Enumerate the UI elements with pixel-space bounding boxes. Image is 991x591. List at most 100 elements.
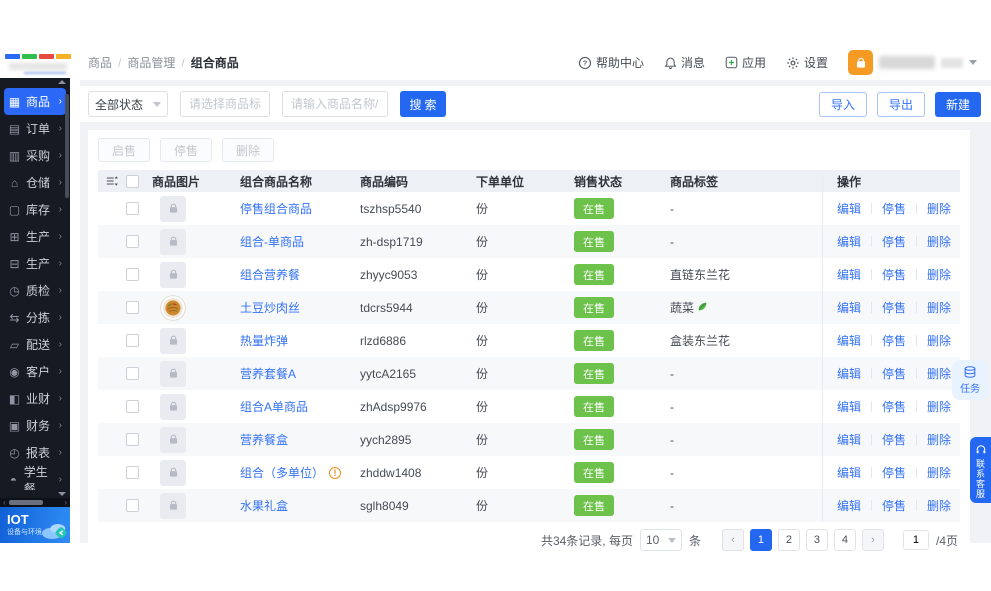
sidebar-item-8[interactable]: ◷ 质检 ›: [4, 277, 66, 304]
h-scroll-thumb[interactable]: [8, 500, 43, 505]
edit-link[interactable]: 编辑: [837, 398, 861, 415]
messages-button[interactable]: 消息: [664, 54, 705, 71]
product-name-link[interactable]: 热量炸弹: [240, 332, 288, 349]
sidebar-item-13[interactable]: ▣ 财务 ›: [4, 412, 66, 439]
next-page-button[interactable]: ›: [861, 529, 884, 551]
product-name-link[interactable]: 营养套餐A: [240, 365, 296, 382]
stop-sale-link[interactable]: 停售: [882, 233, 906, 250]
product-name-link[interactable]: 土豆炒肉丝: [240, 299, 300, 316]
bulk-enable-sale-button[interactable]: 启售: [98, 138, 151, 162]
breadcrumb-item[interactable]: 商品管理: [127, 54, 175, 71]
row-checkbox[interactable]: [126, 235, 139, 248]
delete-link[interactable]: 删除: [927, 332, 951, 349]
stop-sale-link[interactable]: 停售: [882, 464, 906, 481]
edit-link[interactable]: 编辑: [837, 200, 861, 217]
edit-link[interactable]: 编辑: [837, 266, 861, 283]
edit-link[interactable]: 编辑: [837, 464, 861, 481]
stop-sale-link[interactable]: 停售: [882, 365, 906, 382]
edit-link[interactable]: 编辑: [837, 431, 861, 448]
prev-page-button[interactable]: ‹: [721, 529, 744, 551]
stop-sale-link[interactable]: 停售: [882, 398, 906, 415]
sidebar-v-scroll-thumb[interactable]: [65, 94, 69, 198]
delete-link[interactable]: 删除: [927, 200, 951, 217]
product-name-link[interactable]: 组合营养餐: [240, 266, 300, 283]
page-button-3[interactable]: 3: [805, 529, 828, 551]
sidebar-item-4[interactable]: ⌂ 仓储 ›: [4, 169, 66, 196]
edit-link[interactable]: 编辑: [837, 299, 861, 316]
sidebar-item-12[interactable]: ◧ 业财 ›: [4, 385, 66, 412]
sidebar-item-11[interactable]: ◉ 客户 ›: [4, 358, 66, 385]
stop-sale-link[interactable]: 停售: [882, 299, 906, 316]
search-button[interactable]: 搜索: [400, 91, 446, 117]
delete-link[interactable]: 删除: [927, 464, 951, 481]
bulk-delete-button[interactable]: 删除: [222, 138, 275, 162]
create-button[interactable]: 新建: [934, 91, 981, 117]
sidebar-h-scrollbar[interactable]: ‹ ›: [0, 498, 70, 507]
sidebar-item-9[interactable]: ⇆ 分拣 ›: [4, 304, 66, 331]
edit-link[interactable]: 编辑: [837, 332, 861, 349]
row-checkbox[interactable]: [126, 433, 139, 446]
sidebar-scroll-up[interactable]: [0, 78, 70, 86]
delete-link[interactable]: 删除: [927, 266, 951, 283]
delete-link[interactable]: 删除: [927, 299, 951, 316]
sidebar-item-3[interactable]: ▥ 采购 ›: [4, 142, 66, 169]
edit-link[interactable]: 编辑: [837, 365, 861, 382]
row-checkbox[interactable]: [126, 301, 139, 314]
product-name-link[interactable]: 停售组合商品: [240, 200, 312, 217]
sidebar-item-10[interactable]: ▱ 配送 ›: [4, 331, 66, 358]
row-checkbox[interactable]: [126, 367, 139, 380]
product-name-link[interactable]: 营养餐盒: [240, 431, 288, 448]
sidebar-item-7[interactable]: ⊟ 生产 ›: [4, 250, 66, 277]
sidebar-scroll-down[interactable]: [0, 490, 70, 498]
delete-link[interactable]: 删除: [927, 398, 951, 415]
page-button-1[interactable]: 1: [749, 529, 772, 551]
stop-sale-link[interactable]: 停售: [882, 332, 906, 349]
row-checkbox[interactable]: [126, 202, 139, 215]
contact-support-button[interactable]: 联系客服: [970, 437, 991, 503]
bulk-stop-sale-button[interactable]: 停售: [160, 138, 213, 162]
help-center-button[interactable]: ? 帮助中心: [578, 54, 644, 71]
info-icon[interactable]: !: [329, 466, 342, 479]
row-checkbox[interactable]: [126, 400, 139, 413]
apps-button[interactable]: 应用: [725, 54, 766, 71]
sidebar-item-15[interactable]: ◓ 学生餐 ›: [4, 465, 66, 491]
delete-link[interactable]: 删除: [927, 365, 951, 382]
import-button[interactable]: 导入: [818, 91, 867, 117]
page-button-2[interactable]: 2: [777, 529, 800, 551]
product-name-link[interactable]: 组合（多单位）: [240, 464, 324, 481]
page-button-4[interactable]: 4: [833, 529, 856, 551]
column-settings-button[interactable]: [98, 175, 126, 187]
product-name-link[interactable]: 水果礼盒: [240, 497, 288, 514]
settings-button[interactable]: 设置: [786, 54, 828, 71]
export-button[interactable]: 导出: [876, 91, 925, 117]
stop-sale-link[interactable]: 停售: [882, 200, 906, 217]
sidebar-item-1[interactable]: ▦ 商品 ›: [4, 88, 66, 115]
tasks-float-button[interactable]: 任务: [952, 360, 988, 400]
row-checkbox[interactable]: [126, 268, 139, 281]
iot-banner[interactable]: IOT 设备与环境: [0, 507, 70, 543]
status-select[interactable]: 全部状态: [88, 91, 168, 117]
page-size-select[interactable]: 10: [639, 529, 682, 551]
sidebar-item-2[interactable]: ▤ 订单 ›: [4, 115, 66, 142]
row-checkbox[interactable]: [126, 334, 139, 347]
product-name-link[interactable]: 组合A单商品: [240, 398, 308, 415]
delete-link[interactable]: 删除: [927, 497, 951, 514]
sidebar-item-5[interactable]: ▢ 库存 ›: [4, 196, 66, 223]
stop-sale-link[interactable]: 停售: [882, 431, 906, 448]
sidebar-item-6[interactable]: ⊞ 生产 ›: [4, 223, 66, 250]
tag-filter-input[interactable]: [180, 91, 270, 117]
user-menu[interactable]: [848, 50, 977, 75]
stop-sale-link[interactable]: 停售: [882, 497, 906, 514]
edit-link[interactable]: 编辑: [837, 497, 861, 514]
breadcrumb-item[interactable]: 商品: [88, 54, 112, 71]
edit-link[interactable]: 编辑: [837, 233, 861, 250]
stop-sale-link[interactable]: 停售: [882, 266, 906, 283]
name-code-search-input[interactable]: [282, 91, 388, 117]
delete-link[interactable]: 删除: [927, 431, 951, 448]
product-name-link[interactable]: 组合-单商品: [240, 233, 304, 250]
select-all-checkbox[interactable]: [126, 174, 139, 188]
page-jump-input[interactable]: [902, 530, 929, 550]
row-checkbox[interactable]: [126, 499, 139, 512]
product-photo[interactable]: [160, 294, 186, 321]
delete-link[interactable]: 删除: [927, 233, 951, 250]
